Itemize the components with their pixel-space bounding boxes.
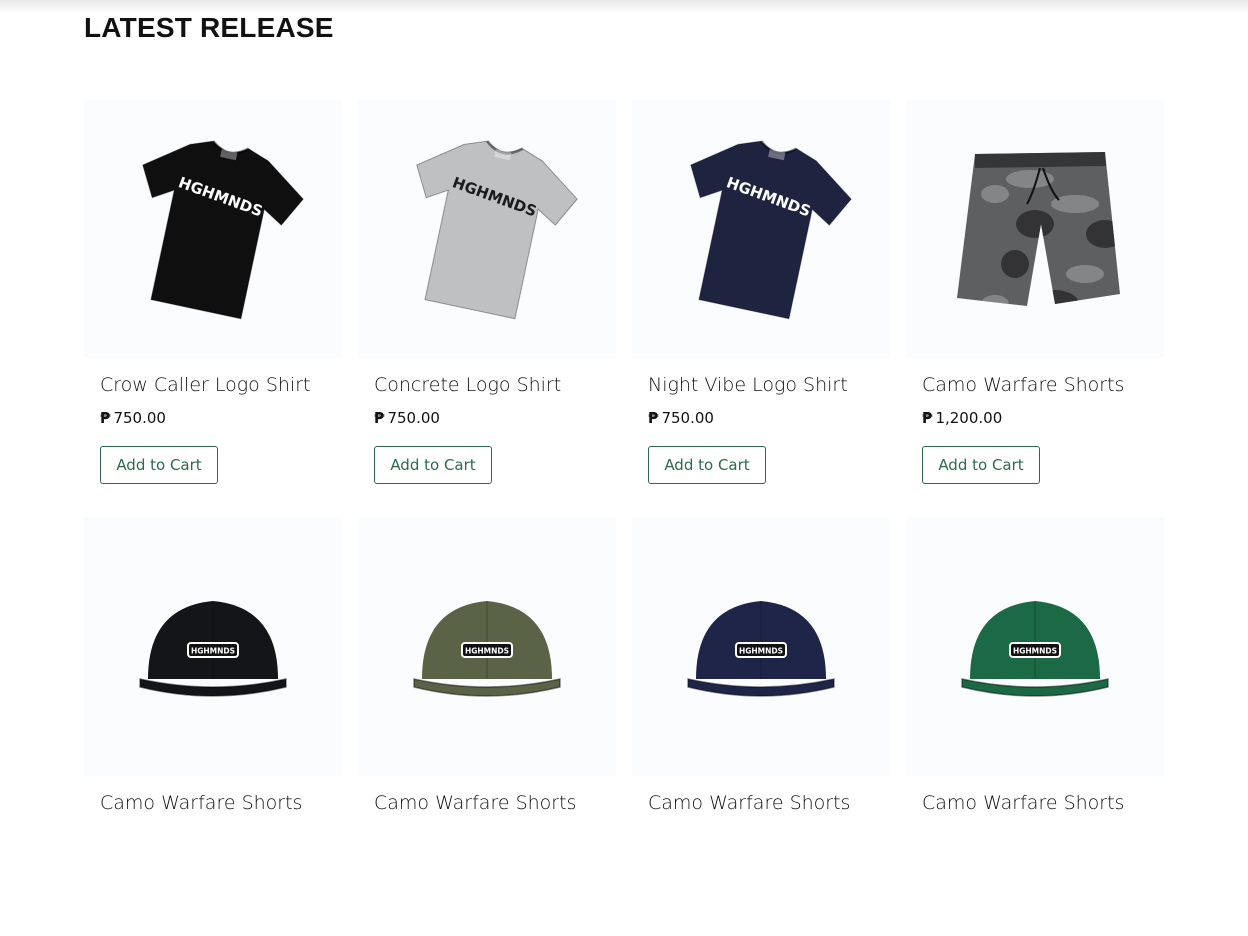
product-image[interactable]: HGHMNDS	[84, 100, 342, 358]
peso-sign: ₱	[648, 409, 659, 427]
price-value: 750.00	[387, 409, 440, 427]
cap-image: HGHMNDS	[139, 601, 287, 697]
product-card: HGHMNDS Camo Warfare Shorts	[358, 518, 616, 936]
peso-sign: ₱	[922, 409, 933, 427]
product-price: ₱ 750.00	[374, 409, 440, 427]
product-image[interactable]: HGHMNDS	[632, 518, 890, 776]
brand-logo-text: HGHMNDS	[465, 647, 509, 656]
price-value: 750.00	[113, 409, 166, 427]
product-image[interactable]: HGHMNDS	[906, 518, 1164, 776]
product-price: ₱ 1,200.00	[922, 409, 1002, 427]
product-price: ₱ 750.00	[100, 409, 166, 427]
add-to-cart-button[interactable]: Add to Cart	[648, 446, 766, 484]
product-card: HGHMNDS Camo Warfare Shorts	[632, 518, 890, 936]
add-to-cart-button[interactable]: Add to Cart	[374, 446, 492, 484]
add-to-cart-button[interactable]: Add to Cart	[922, 446, 1040, 484]
shorts-image	[957, 152, 1120, 306]
brand-logo-text: HGHMNDS	[739, 647, 783, 656]
cap-image: HGHMNDS	[413, 601, 561, 697]
peso-sign: ₱	[374, 409, 385, 427]
brand-logo-text: HGHMNDS	[191, 647, 235, 656]
product-card: HGHMNDS Camo Warfare Shorts	[906, 518, 1164, 936]
price-value: 1,200.00	[935, 409, 1003, 427]
product-name[interactable]: Camo Warfare Shorts	[922, 374, 1124, 396]
product-name[interactable]: Camo Warfare Shorts	[100, 792, 302, 814]
tshirt-image: HGHMNDS	[142, 140, 304, 320]
tshirt-image: HGHMNDS	[416, 140, 578, 320]
tshirt-image: HGHMNDS	[690, 140, 852, 320]
section-title: LATEST RELEASE	[84, 12, 334, 43]
product-name[interactable]: Camo Warfare Shorts	[648, 792, 850, 814]
product-name[interactable]: Camo Warfare Shorts	[922, 792, 1124, 814]
product-card: HGHMNDS Crow Caller Logo Shirt ₱ 750.00 A…	[84, 100, 342, 518]
cap-image: HGHMNDS	[961, 601, 1109, 697]
product-name[interactable]: Concrete Logo Shirt	[374, 374, 561, 396]
product-card: Camo Warfare Shorts ₱ 1,200.00 Add to Car…	[906, 100, 1164, 518]
product-card: HGHMNDS Concrete Logo Shirt ₱ 750.00 Add …	[358, 100, 616, 518]
product-image[interactable]: HGHMNDS	[84, 518, 342, 776]
add-to-cart-button[interactable]: Add to Cart	[100, 446, 218, 484]
product-card: HGHMNDS Camo Warfare Shorts	[84, 518, 342, 936]
product-price: ₱ 750.00	[648, 409, 714, 427]
price-value: 750.00	[661, 409, 714, 427]
product-image[interactable]	[906, 100, 1164, 358]
product-card: HGHMNDS Night Vibe Logo Shirt ₱ 750.00 Ad…	[632, 100, 890, 518]
product-name[interactable]: Crow Caller Logo Shirt	[100, 374, 310, 396]
cap-image: HGHMNDS	[687, 601, 835, 697]
product-name[interactable]: Night Vibe Logo Shirt	[648, 374, 848, 396]
peso-sign: ₱	[100, 409, 111, 427]
product-image[interactable]: HGHMNDS	[358, 100, 616, 358]
product-name[interactable]: Camo Warfare Shorts	[374, 792, 576, 814]
product-grid: HGHMNDS Crow Caller Logo Shirt ₱ 750.00 A…	[84, 100, 1164, 936]
brand-logo-text: HGHMNDS	[1013, 647, 1057, 656]
product-image[interactable]: HGHMNDS	[358, 518, 616, 776]
product-image[interactable]: HGHMNDS	[632, 100, 890, 358]
